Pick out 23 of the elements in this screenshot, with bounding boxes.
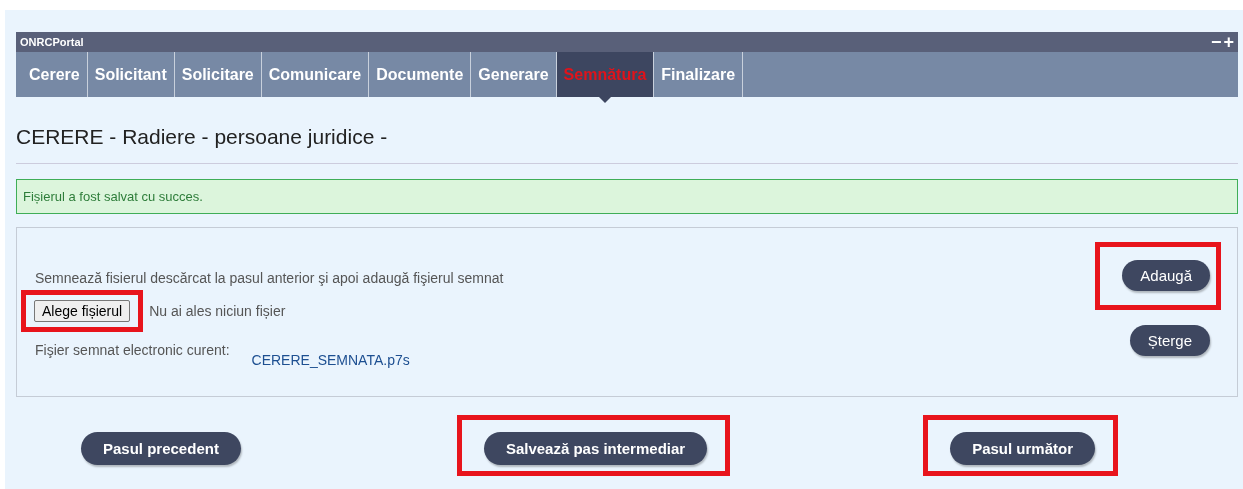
step-button[interactable]: Pasul următor xyxy=(950,432,1095,465)
tab[interactable]: Cerere xyxy=(22,52,88,97)
pointer-icon xyxy=(598,97,611,103)
window-control[interactable]: + xyxy=(1223,33,1234,51)
tab[interactable]: Solicitare xyxy=(174,52,262,97)
no-file-text: Nu ai ales niciun fișier xyxy=(149,303,286,319)
tab[interactable]: Finalizare xyxy=(654,52,744,97)
delete-button[interactable]: Șterge xyxy=(1129,325,1210,356)
instruction-text: Semnează fisierul descărcat la pasul anterior şi apoi adaugă fişierul semnat xyxy=(35,270,505,286)
add-button[interactable]: Adaugă xyxy=(1122,260,1210,291)
window-control[interactable]: − xyxy=(1210,33,1222,51)
current-file-link[interactable]: CERERE_SEMNATA.p7s xyxy=(251,352,410,368)
page-heading: CERERE - Radiere - persoane juridice - xyxy=(16,125,1238,164)
tab[interactable]: Generare xyxy=(471,52,557,97)
step-button[interactable]: Salvează pas intermediar xyxy=(483,432,708,465)
choose-file-button[interactable]: Alege fișierul xyxy=(34,300,131,322)
tab[interactable]: Solicitant xyxy=(87,52,175,97)
success-message: Fișierul a fost salvat cu succes. xyxy=(16,179,1238,214)
tab[interactable]: Comunicare xyxy=(261,52,370,97)
current-file-label: Fişier semnat electronic curent: xyxy=(35,342,230,358)
tab[interactable]: Documente xyxy=(369,52,472,97)
step-button[interactable]: Pasul precedent xyxy=(81,432,241,465)
portal-title: ONRCPortal xyxy=(20,36,84,48)
